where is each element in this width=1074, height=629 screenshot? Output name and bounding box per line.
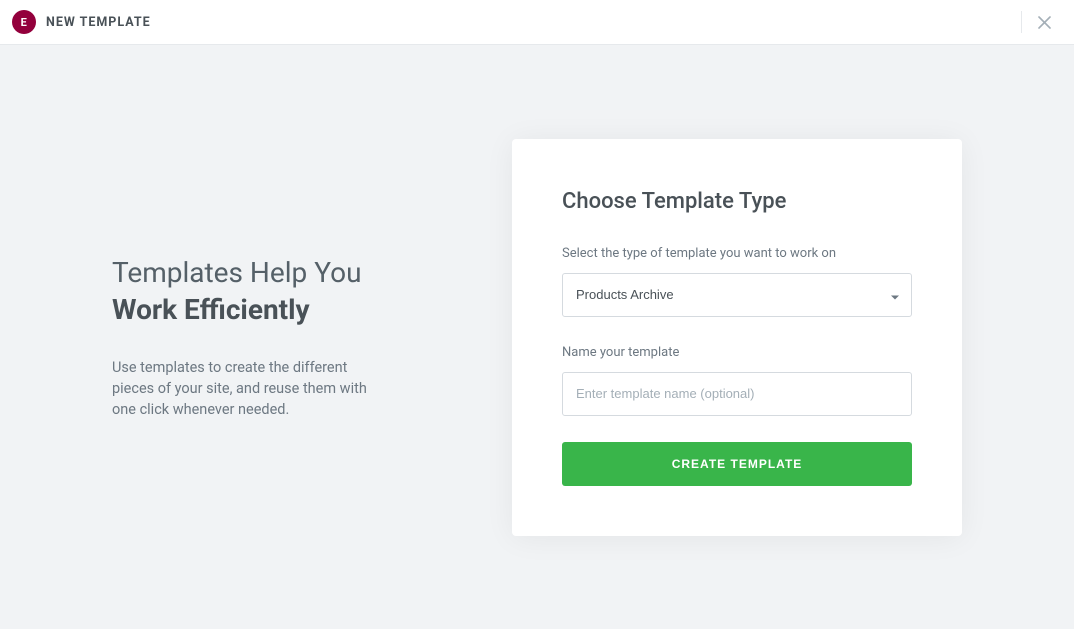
close-icon bbox=[1038, 16, 1051, 29]
modal-header: E NEW TEMPLATE bbox=[0, 0, 1074, 45]
template-type-label: Select the type of template you want to … bbox=[562, 246, 912, 261]
modal-content: Templates Help You Work Efficiently Use … bbox=[0, 45, 1074, 629]
template-type-select-wrap: Products Archive bbox=[562, 273, 912, 317]
vertical-divider bbox=[1021, 11, 1022, 33]
intro-description: Use templates to create the different pi… bbox=[112, 357, 392, 420]
header-right bbox=[1021, 11, 1052, 33]
intro-column: Templates Help You Work Efficiently Use … bbox=[112, 254, 392, 421]
intro-title-line2: Work Efficiently bbox=[112, 291, 392, 329]
modal-title: NEW TEMPLATE bbox=[46, 15, 151, 30]
header-left: E NEW TEMPLATE bbox=[12, 10, 151, 34]
elementor-logo-icon: E bbox=[12, 10, 36, 34]
template-type-select[interactable]: Products Archive bbox=[562, 273, 912, 317]
template-name-label: Name your template bbox=[562, 345, 912, 360]
intro-heading: Templates Help You Work Efficiently bbox=[112, 254, 392, 330]
intro-title-line1: Templates Help You bbox=[112, 256, 362, 289]
logo-letter: E bbox=[21, 16, 28, 29]
form-card: Choose Template Type Select the type of … bbox=[512, 139, 962, 536]
close-button[interactable] bbox=[1036, 14, 1052, 30]
form-heading: Choose Template Type bbox=[562, 189, 912, 214]
template-name-input[interactable] bbox=[562, 372, 912, 416]
create-template-button[interactable]: CREATE TEMPLATE bbox=[562, 442, 912, 486]
